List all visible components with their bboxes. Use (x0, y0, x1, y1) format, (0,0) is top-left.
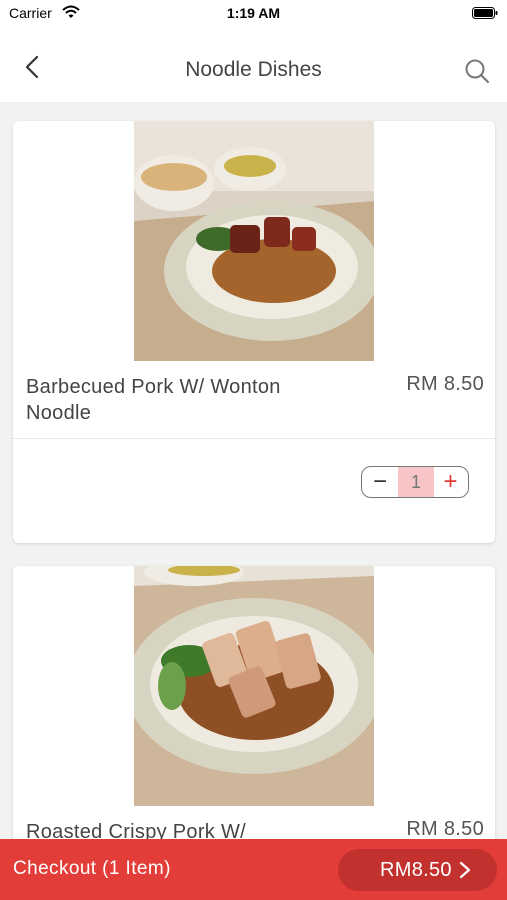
decrease-quantity-button[interactable]: − (362, 467, 398, 497)
status-bar: Carrier 1:19 AM (0, 0, 507, 28)
dish-price: RM 8.50 (406, 373, 484, 395)
battery-icon (472, 7, 498, 19)
status-time: 1:19 AM (226, 5, 281, 21)
chevron-right-icon (459, 861, 471, 879)
checkout-total: RM8.50 (380, 859, 452, 881)
dish-name: Barbecued Pork W/ Wonton Noodle (26, 376, 281, 424)
divider (13, 438, 495, 439)
quantity-value: 1 (398, 467, 434, 497)
dish-image-wonton-noodle (134, 121, 374, 361)
dish-price: RM 8.50 (406, 818, 484, 840)
checkout-bar[interactable]: Checkout (1 Item) RM8.50 (0, 839, 507, 900)
dish-card: Roasted Crispy Pork W/ RM 8.50 (13, 566, 495, 866)
dish-card: Barbecued Pork W/ Wonton Noodle RM 8.50 … (13, 121, 495, 543)
quantity-stepper[interactable]: − 1 + (361, 466, 469, 498)
page-title: Noodle Dishes (185, 58, 322, 81)
dish-image-roast-pork-noodle (134, 566, 374, 806)
increase-quantity-button[interactable]: + (434, 467, 467, 497)
nav-bar: Noodle Dishes (0, 28, 507, 103)
search-icon[interactable] (462, 56, 492, 86)
checkout-total-button[interactable]: RM8.50 (338, 849, 497, 891)
checkout-label: Checkout (1 Item) (13, 858, 171, 879)
